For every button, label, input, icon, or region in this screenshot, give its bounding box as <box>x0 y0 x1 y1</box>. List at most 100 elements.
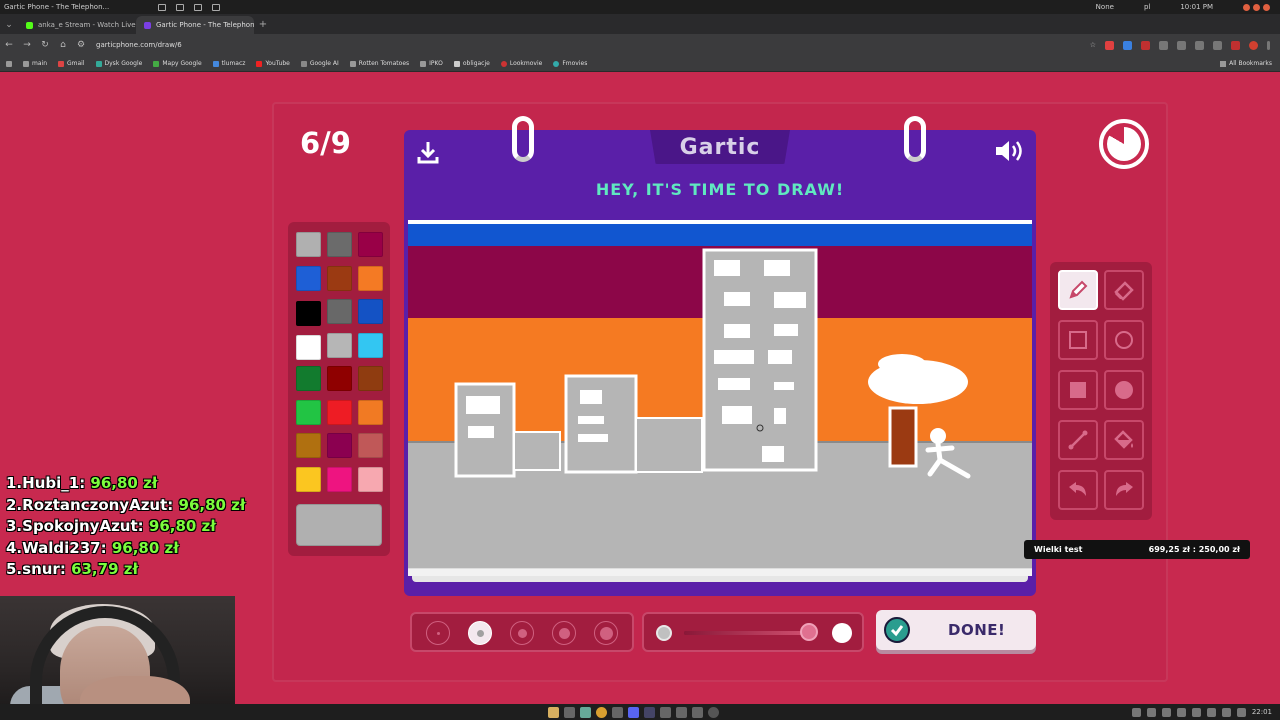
drawing-canvas[interactable] <box>408 220 1032 568</box>
forward-icon[interactable]: → <box>18 40 36 50</box>
back-icon[interactable]: ← <box>0 40 18 50</box>
app-icon[interactable] <box>708 706 719 718</box>
done-button[interactable]: DONE! <box>876 610 1036 650</box>
extensions-puzzle-icon[interactable] <box>1177 40 1186 50</box>
rect-fill-tool[interactable] <box>1058 370 1098 410</box>
opacity-handle[interactable] <box>800 623 819 641</box>
bookmark-google-ai[interactable]: Google AI <box>300 60 339 67</box>
bookmark-main[interactable]: main <box>23 60 47 67</box>
home-icon[interactable]: ⌂ <box>54 40 72 50</box>
bookmark-youtube[interactable]: YouTube <box>256 60 290 67</box>
color-swatch[interactable] <box>296 466 321 492</box>
discord-tray-icon[interactable] <box>1146 707 1156 717</box>
color-swatch[interactable] <box>327 232 352 257</box>
extension-icon[interactable] <box>1123 40 1132 50</box>
color-swatch[interactable] <box>358 399 383 425</box>
bookmark-drive[interactable]: Dysk Google <box>95 60 142 67</box>
extension-icon[interactable] <box>1231 40 1240 50</box>
side-panel-icon[interactable] <box>1195 40 1204 50</box>
bookmark-fmovies[interactable]: Fmovies <box>553 60 587 67</box>
tab-kick-stream[interactable]: anka_e Stream - Watch Live... × <box>18 16 136 34</box>
tray-icon[interactable] <box>1236 707 1246 717</box>
extension-icon[interactable] <box>1105 40 1114 50</box>
download-icon[interactable] <box>416 140 440 164</box>
window-icon[interactable] <box>176 3 184 11</box>
ellipse-outline-tool[interactable] <box>1104 320 1144 360</box>
chrome-icon[interactable] <box>596 706 607 718</box>
pen-tool[interactable] <box>1058 270 1098 310</box>
terminal-icon[interactable] <box>564 706 575 718</box>
menu-icon[interactable] <box>1267 40 1270 50</box>
redo-tool[interactable] <box>1104 470 1144 510</box>
keyboard-layout[interactable]: pl <box>1144 3 1150 11</box>
app-icon[interactable] <box>660 706 671 718</box>
profile-avatar-icon[interactable] <box>1249 40 1258 50</box>
brush-size-5[interactable] <box>594 621 618 645</box>
fill-tool[interactable] <box>1104 420 1144 460</box>
extension-icon[interactable] <box>1159 40 1168 50</box>
steam-icon[interactable] <box>644 706 655 718</box>
window-icon[interactable] <box>194 3 202 11</box>
window-icon[interactable] <box>212 3 220 11</box>
profile-label[interactable]: None <box>1096 3 1114 11</box>
download-icon[interactable] <box>1213 40 1222 50</box>
color-swatch[interactable] <box>296 265 321 291</box>
network-icon[interactable] <box>1176 707 1186 717</box>
color-swatch[interactable] <box>358 332 383 358</box>
reload-icon[interactable]: ↻ <box>36 40 54 50</box>
color-swatch[interactable] <box>358 299 383 324</box>
window-buttons[interactable] <box>1243 3 1270 11</box>
bookmark-translate[interactable]: tlumacz <box>212 60 245 67</box>
all-bookmarks[interactable]: All Bookmarks <box>1220 60 1280 67</box>
undo-tool[interactable] <box>1058 470 1098 510</box>
app-icon[interactable] <box>676 706 687 718</box>
color-swatch[interactable] <box>327 265 352 291</box>
color-swatch[interactable] <box>296 433 321 458</box>
window-icon[interactable] <box>158 3 166 11</box>
opacity-slider[interactable] <box>642 612 864 652</box>
bookmark-maps[interactable]: Mapy Google <box>153 60 202 67</box>
color-swatch[interactable] <box>327 332 352 358</box>
files-icon[interactable] <box>548 706 559 718</box>
color-swatch[interactable] <box>296 301 321 326</box>
rect-outline-tool[interactable] <box>1058 320 1098 360</box>
opacity-track[interactable] <box>684 631 816 635</box>
color-swatch[interactable] <box>358 232 383 257</box>
color-swatch[interactable] <box>358 433 383 458</box>
brush-size-2[interactable] <box>468 621 492 645</box>
url-field[interactable]: garticphone.com/draw/6 <box>96 41 182 49</box>
brush-size-4[interactable] <box>552 621 576 645</box>
brush-size-1[interactable] <box>426 621 450 645</box>
apps-icon[interactable] <box>6 60 12 67</box>
color-swatch[interactable] <box>358 366 383 391</box>
tray-icon[interactable] <box>1131 707 1141 717</box>
discord-icon[interactable] <box>628 706 639 718</box>
color-swatch[interactable] <box>327 366 352 391</box>
ellipse-fill-tool[interactable] <box>1104 370 1144 410</box>
color-swatch[interactable] <box>296 232 321 257</box>
app-icon[interactable] <box>580 706 591 718</box>
color-swatch[interactable] <box>327 399 352 425</box>
bookmark-lookmovie[interactable]: Lookmovie <box>500 60 542 67</box>
tab-list-icon[interactable]: ⌄ <box>0 16 18 34</box>
bookmark-star-icon[interactable]: ☆ <box>1090 41 1096 50</box>
color-swatch[interactable] <box>296 334 321 360</box>
tray-icon[interactable] <box>1221 707 1231 717</box>
color-swatch[interactable] <box>296 399 321 425</box>
tray-icon[interactable] <box>1161 707 1171 717</box>
bookmark-rotten-tomatoes[interactable]: Rotten Tomatoes <box>349 60 409 67</box>
tab-gartic-phone[interactable]: Gartic Phone - The Telephon... × <box>136 16 254 34</box>
minimize-icon[interactable] <box>1243 3 1250 11</box>
bookmark-obligacje[interactable]: obligacje <box>453 60 490 67</box>
extension-icon[interactable] <box>1141 40 1150 50</box>
site-info-icon[interactable]: ⚙ <box>72 40 90 50</box>
color-swatch[interactable] <box>358 466 383 492</box>
eraser-tool[interactable] <box>1104 270 1144 310</box>
maximize-icon[interactable] <box>1253 3 1260 11</box>
app-icon[interactable] <box>612 706 623 718</box>
tray-icon[interactable] <box>1206 707 1216 717</box>
color-swatch[interactable] <box>296 366 321 391</box>
bookmark-ipko[interactable]: IPKO <box>420 60 443 67</box>
volume-tray-icon[interactable] <box>1191 707 1201 717</box>
new-tab-button[interactable]: + <box>254 16 272 34</box>
